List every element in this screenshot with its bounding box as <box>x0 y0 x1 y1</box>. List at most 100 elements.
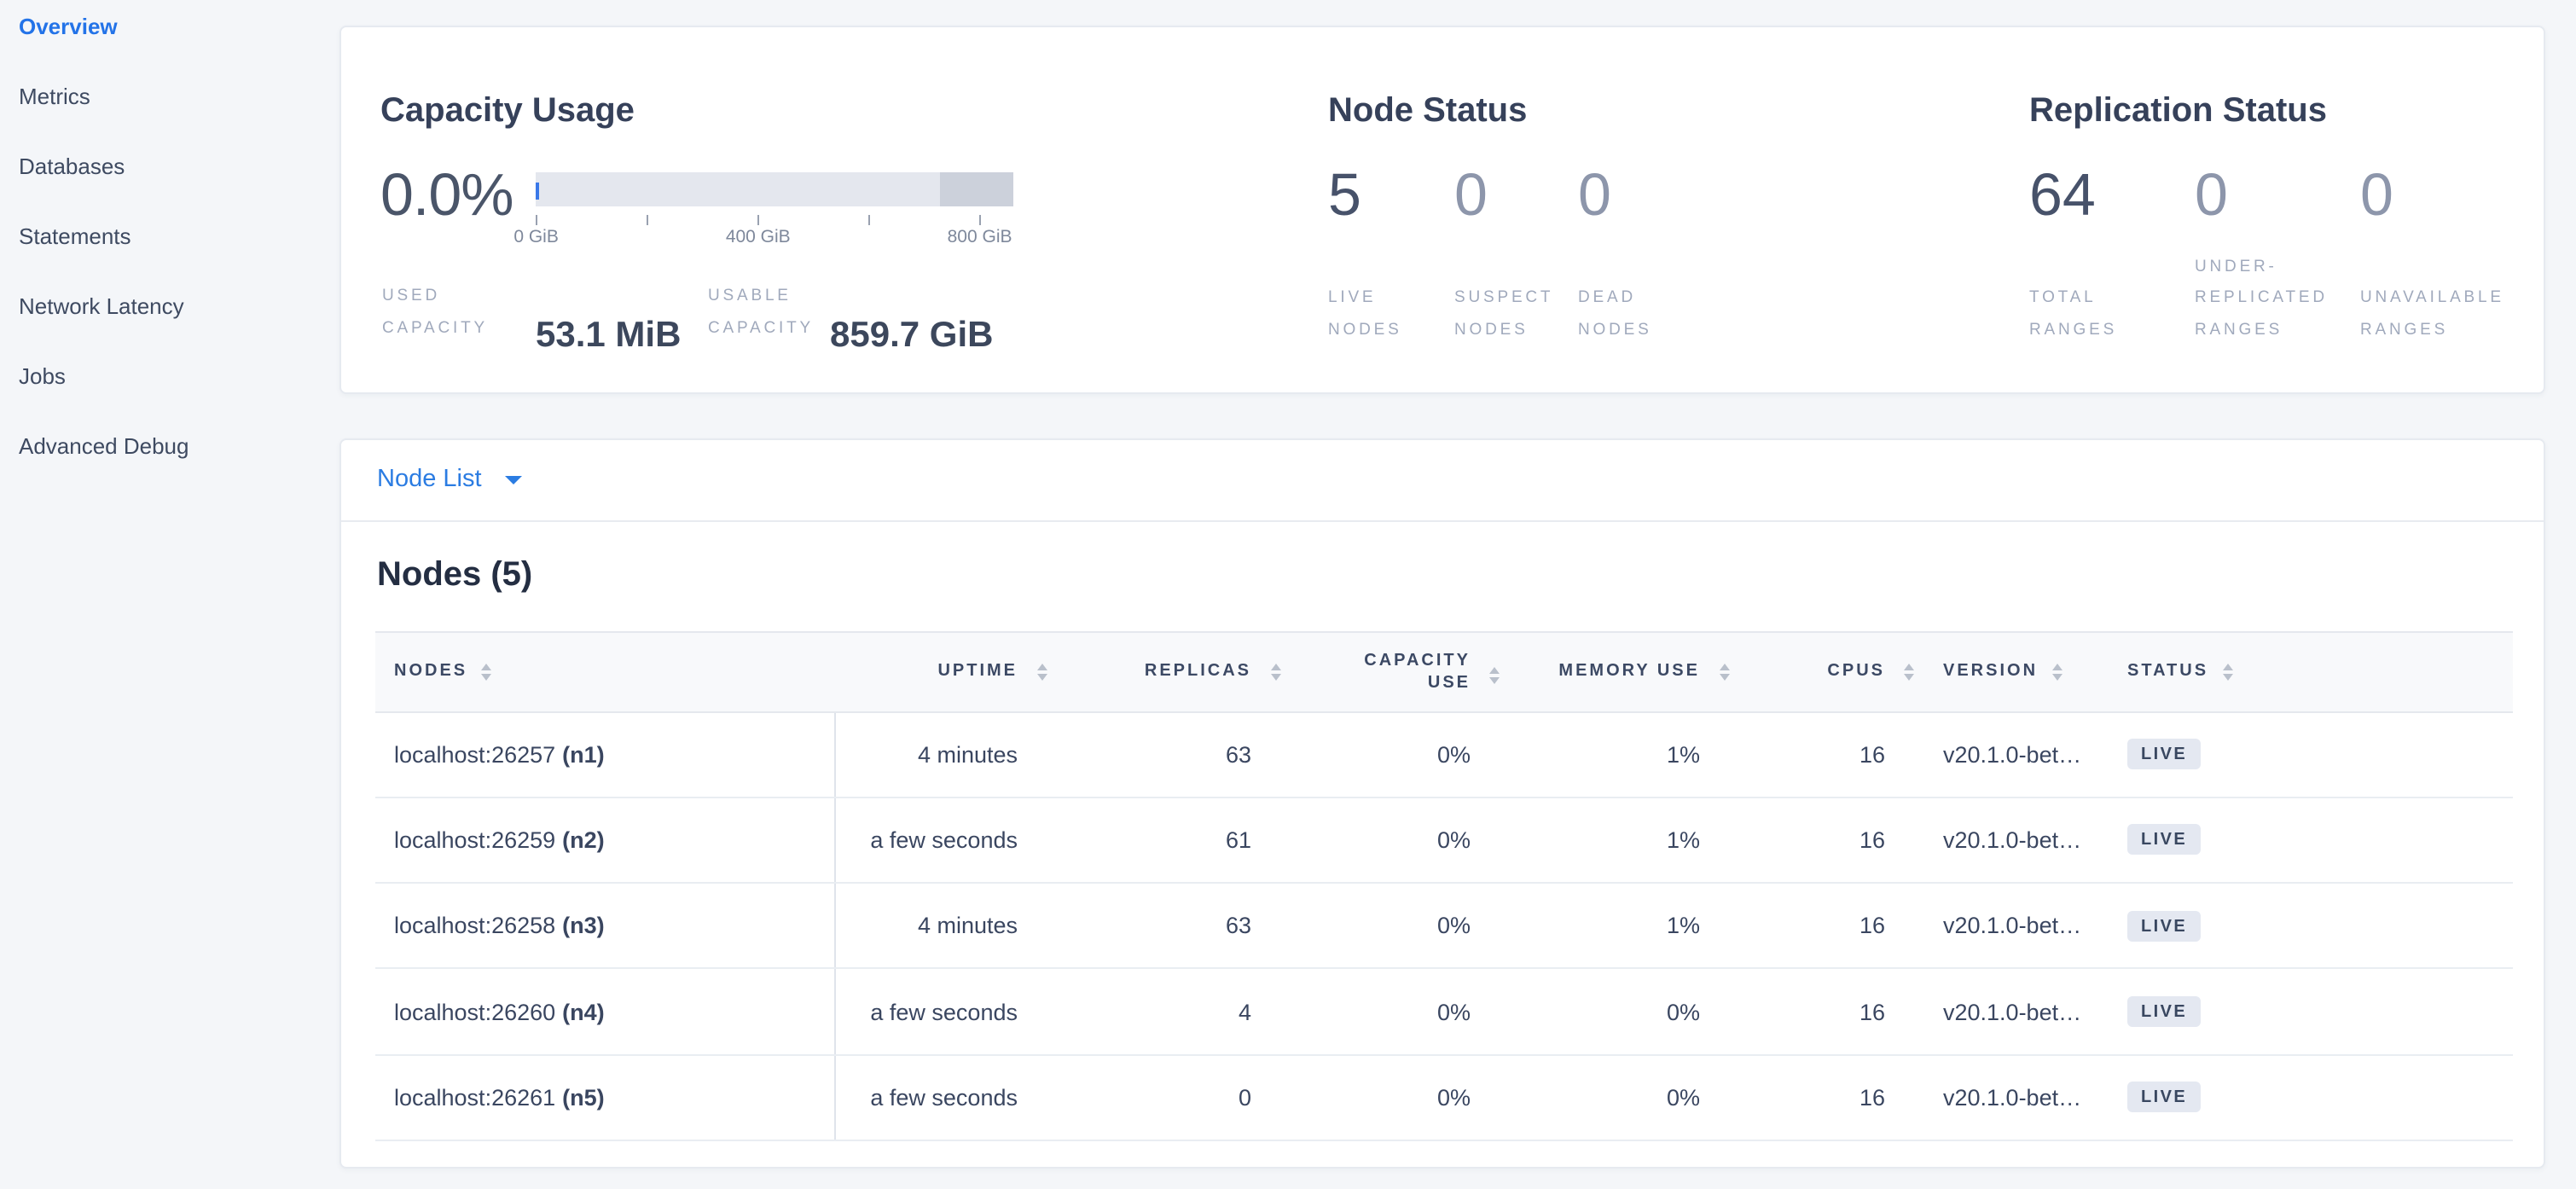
total-ranges-label: Total Ranges <box>2029 283 2135 346</box>
uptime-cell: a few seconds <box>835 1085 1018 1111</box>
table-row[interactable]: localhost:26261(n5) a few seconds 0 0% 0… <box>375 1055 2512 1141</box>
sidebar-item-network-latency[interactable]: Network Latency <box>0 271 339 341</box>
replicas-cell: 0 <box>1018 1085 1251 1111</box>
gauge-tick <box>980 215 982 224</box>
sidebar-item-statements[interactable]: Statements <box>0 201 339 271</box>
status-badge: LIVE <box>2127 1082 2201 1113</box>
gauge-used-bar <box>536 183 539 200</box>
node-name-cell[interactable]: localhost:26260(n4) <box>375 970 835 1054</box>
unavailable-ranges-count: 0 <box>2360 164 2393 229</box>
column-header-nodes[interactable]: Nodes <box>375 662 835 681</box>
uptime-cell: a few seconds <box>835 827 1018 853</box>
node-name-cell[interactable]: localhost:26258(n3) <box>375 884 835 968</box>
chevron-down-icon <box>506 475 523 484</box>
memory-cell: 0% <box>1471 999 1700 1024</box>
live-nodes-count: 5 <box>1328 164 1361 229</box>
node-list-dropdown-label: Node List <box>377 466 482 493</box>
column-label: Status <box>2127 662 2208 681</box>
replicas-cell: 63 <box>1018 913 1251 938</box>
replicas-cell: 61 <box>1018 827 1251 853</box>
capacity-percent: 0.0% <box>380 164 513 229</box>
column-header-cpus[interactable]: CPUs <box>1700 662 1885 681</box>
capacity-usage-title: Capacity Usage <box>380 89 635 133</box>
nodes-card: Node List Nodes (5) Nodes Uptime Replica… <box>339 438 2544 1168</box>
column-label: CPUs <box>1827 662 1885 681</box>
node-id: (n2) <box>562 827 605 853</box>
capacity-cell: 0% <box>1251 999 1471 1024</box>
node-name-cell[interactable]: localhost:26259 (n2) <box>375 798 835 883</box>
column-label: Replicas <box>1145 662 1251 681</box>
node-id: (n3) <box>562 913 605 938</box>
replication-status-title: Replication Status <box>2029 89 2327 133</box>
status-badge: LIVE <box>2127 739 2201 769</box>
sidebar-item-advanced-debug[interactable]: Advanced Debug <box>0 411 339 481</box>
table-header-row: Nodes Uptime Replicas Capacity Use Memor… <box>375 630 2512 712</box>
node-list-dropdown[interactable]: Node List <box>341 439 2543 521</box>
memory-cell: 0% <box>1471 1085 1700 1111</box>
uptime-cell: 4 minutes <box>835 741 1018 767</box>
cpus-cell: 16 <box>1700 999 1885 1024</box>
under-replicated-ranges-count: 0 <box>2195 164 2228 229</box>
gauge-tick <box>647 215 648 224</box>
table-row[interactable]: localhost:26260(n4) a few seconds 4 0% 0… <box>375 970 2512 1056</box>
node-address: localhost:26257 <box>394 741 555 767</box>
column-label: Nodes <box>394 662 467 681</box>
uptime-cell: a few seconds <box>835 999 1018 1024</box>
cpus-cell: 16 <box>1700 827 1885 853</box>
suspect-nodes-label: Suspect Nodes <box>1454 283 1567 346</box>
table-row[interactable]: localhost:26258(n3) 4 minutes 63 0% 1% 1… <box>375 884 2512 970</box>
column-header-uptime[interactable]: Uptime <box>835 662 1018 681</box>
node-name-cell[interactable]: localhost:26261(n5) <box>375 1055 835 1140</box>
table-row[interactable]: localhost:26257(n1) 4 minutes 63 0% 1% 1… <box>375 712 2512 798</box>
usable-capacity-value: 859.7 GiB <box>830 316 993 357</box>
column-header-version[interactable]: Version <box>1885 662 2127 681</box>
version-cell: v20.1.0-bet… <box>1885 913 2127 938</box>
replicas-cell: 63 <box>1018 741 1251 767</box>
memory-cell: 1% <box>1471 827 1700 853</box>
suspect-nodes-count: 0 <box>1454 164 1488 229</box>
sort-icon[interactable] <box>481 663 491 680</box>
gauge-tick-label: 800 GiB <box>929 227 1031 247</box>
sidebar-item-jobs[interactable]: Jobs <box>0 341 339 411</box>
status-badge: LIVE <box>2127 910 2201 941</box>
gauge-tick <box>758 215 760 224</box>
column-label: Version <box>1943 662 2038 681</box>
used-capacity-label: Used Capacity <box>382 281 519 345</box>
status-cell: LIVE <box>2127 996 2512 1027</box>
node-name-cell[interactable]: localhost:26257(n1) <box>375 712 835 797</box>
gauge-tick <box>868 215 870 224</box>
capacity-gauge: 0 GiB 400 GiB 800 GiB <box>536 172 1012 258</box>
sidebar-item-databases[interactable]: Databases <box>0 131 339 201</box>
unavailable-ranges-label: Unavailable Ranges <box>2360 283 2538 346</box>
gauge-tick-label: 400 GiB <box>707 227 809 247</box>
used-capacity-value: 53.1 MiB <box>536 316 681 357</box>
memory-cell: 1% <box>1471 741 1700 767</box>
cpus-cell: 16 <box>1700 913 1885 938</box>
node-address: localhost:26261 <box>394 1085 555 1111</box>
column-header-replicas[interactable]: Replicas <box>1018 662 1251 681</box>
node-status-title: Node Status <box>1328 89 1527 133</box>
column-label: Capacity Use <box>1344 649 1471 693</box>
gauge-tick <box>537 215 538 224</box>
node-address: localhost:26259 <box>394 827 555 853</box>
column-header-memory-use[interactable]: Memory Use <box>1471 662 1700 681</box>
dead-nodes-label: Dead Nodes <box>1578 283 1680 346</box>
sort-icon[interactable] <box>2222 663 2232 680</box>
replicas-cell: 4 <box>1018 999 1251 1024</box>
cluster-summary-card: Capacity Usage 0.0% 0 GiB 400 GiB 800 Gi… <box>339 26 2544 394</box>
node-address: localhost:26260 <box>394 999 555 1024</box>
cpus-cell: 16 <box>1700 1085 1885 1111</box>
version-cell: v20.1.0-bet… <box>1885 741 2127 767</box>
status-cell: LIVE <box>2127 825 2512 856</box>
sidebar-item-metrics[interactable]: Metrics <box>0 61 339 131</box>
table-row[interactable]: localhost:26259(n2) a few seconds 61 0% … <box>375 798 2512 884</box>
sidebar-item-overview[interactable]: Overview <box>0 0 339 61</box>
status-cell: LIVE <box>2127 1082 2512 1113</box>
sort-icon[interactable] <box>2051 663 2062 680</box>
status-badge: LIVE <box>2127 996 2201 1027</box>
memory-cell: 1% <box>1471 913 1700 938</box>
column-header-capacity-use[interactable]: Capacity Use <box>1251 649 1471 693</box>
gauge-track <box>536 172 940 206</box>
column-label: Uptime <box>937 662 1018 681</box>
column-header-status[interactable]: Status <box>2127 662 2512 681</box>
